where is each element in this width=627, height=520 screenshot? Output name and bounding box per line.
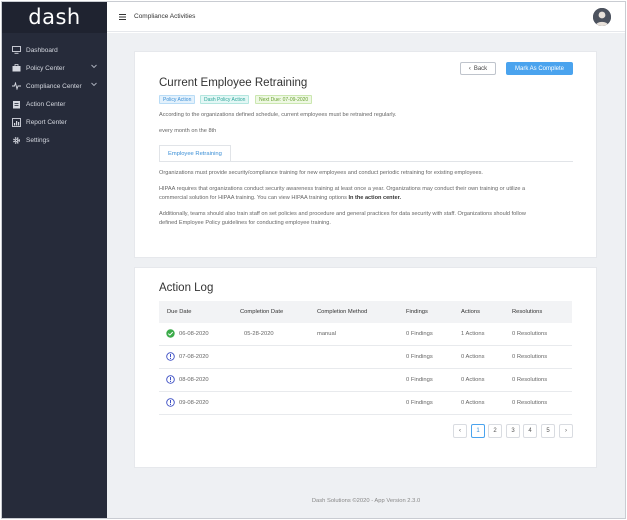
- findings-cell: 0 Findings: [406, 354, 433, 360]
- back-button-label: Back: [473, 65, 488, 72]
- top-bar: Compliance Activities: [107, 2, 625, 32]
- chevron-left-icon: ‹: [468, 65, 471, 72]
- table-row[interactable]: 07-08-2020 0 Findings 0 Actions 0 Resolu…: [159, 346, 572, 369]
- due-date-cell: 09-08-2020: [179, 400, 209, 406]
- column-header[interactable]: Due Date: [167, 309, 192, 315]
- column-header[interactable]: Completion Date: [240, 309, 283, 315]
- column-header[interactable]: Resolutions: [512, 309, 542, 315]
- actions-cell: 1 Actions: [461, 331, 485, 337]
- sidebar-item-settings[interactable]: Settings: [2, 131, 107, 149]
- column-header[interactable]: Findings: [406, 309, 428, 315]
- policy-action-badge: Policy Action: [159, 95, 196, 104]
- clipboard-icon: [12, 100, 21, 109]
- resolutions-cell: 0 Resolutions: [512, 400, 548, 406]
- sidebar-item-dashboard[interactable]: Dashboard: [2, 41, 107, 59]
- sidebar-item-report-center[interactable]: Report Center: [2, 113, 107, 131]
- resolutions-cell: 0 Resolutions: [512, 377, 548, 383]
- avatar[interactable]: [593, 8, 611, 26]
- due-date-cell: 07-08-2020: [179, 354, 209, 360]
- sidebar-nav: Dashboard Policy Center Compliance Cente…: [2, 33, 107, 149]
- main-content: Current Employee Retraining ‹ Back Mark …: [107, 33, 625, 486]
- sidebar-item-action-center[interactable]: Action Center: [2, 95, 107, 113]
- pulse-icon: [12, 82, 21, 91]
- resolutions-cell: 0 Resolutions: [512, 354, 548, 360]
- activity-description: According to the organizations defined s…: [159, 112, 397, 118]
- actions-cell: 0 Actions: [461, 400, 485, 406]
- paragraph-2-line-2: commercial solution for HIPAA training. …: [159, 194, 401, 202]
- activity-title: Current Employee Retraining: [159, 77, 308, 89]
- pagination-page-5[interactable]: 5: [541, 424, 555, 438]
- footer: Dash Solutions ©2020 - App Version 2.3.0: [107, 486, 625, 518]
- tab-divider: [159, 161, 573, 162]
- actions-cell: 0 Actions: [461, 354, 485, 360]
- pagination-page-2[interactable]: 2: [488, 424, 502, 438]
- paragraph-2-text: commercial solution for HIPAA training. …: [159, 195, 349, 201]
- pagination-page-3[interactable]: 3: [506, 424, 520, 438]
- table-header: Due Date Completion Date Completion Meth…: [159, 301, 572, 323]
- column-header[interactable]: Actions: [461, 309, 480, 315]
- next-due-badge: Next Due: 07-09-2020: [255, 95, 313, 104]
- action-center-link[interactable]: In the action center.: [348, 195, 401, 201]
- chevron-down-icon[interactable]: [91, 82, 97, 89]
- sidebar-item-label: Compliance Center: [26, 82, 82, 90]
- tab-employee-retraining[interactable]: Employee Retraining: [159, 145, 231, 162]
- chevron-down-icon[interactable]: [91, 64, 97, 71]
- briefcase-icon: [12, 64, 21, 73]
- actions-cell: 0 Actions: [461, 377, 485, 383]
- info-circle-icon: [166, 375, 175, 384]
- pagination-prev-button[interactable]: ‹: [453, 424, 467, 438]
- sidebar-item-label: Policy Center: [26, 64, 65, 72]
- completion-method-cell: manual: [317, 331, 337, 337]
- action-log-title: Action Log: [159, 282, 214, 294]
- paragraph-3-line-2: defined Employee Policy guidelines for c…: [159, 220, 331, 226]
- completion-date-cell: 05-28-2020: [244, 331, 274, 337]
- sidebar-item-label: Settings: [26, 136, 50, 144]
- resolutions-cell: 0 Resolutions: [512, 331, 548, 337]
- gear-icon: [12, 136, 21, 145]
- column-header[interactable]: Completion Method: [317, 309, 367, 315]
- app-logo[interactable]: dash: [2, 2, 107, 33]
- sidebar-item-label: Report Center: [26, 118, 67, 126]
- due-date-cell: 06-08-2020: [179, 331, 209, 337]
- dash-policy-action-badge: Dash Policy Action: [200, 95, 250, 104]
- sidebar-item-compliance-center[interactable]: Compliance Center: [2, 77, 107, 95]
- report-icon: [12, 117, 21, 127]
- due-date-cell: 08-08-2020: [179, 377, 209, 383]
- pagination-page-1[interactable]: 1: [471, 424, 485, 438]
- check-circle-icon: [166, 329, 175, 338]
- pagination-page-4[interactable]: 4: [523, 424, 537, 438]
- table-row[interactable]: 06-08-2020 05-28-2020 manual 0 Findings …: [159, 323, 572, 346]
- monitor-icon: [12, 46, 21, 55]
- back-button[interactable]: ‹ Back: [460, 62, 496, 75]
- paragraph-3-line-1: Additionally, teams should also train st…: [159, 211, 526, 217]
- page-title: Compliance Activities: [134, 13, 196, 20]
- table-row[interactable]: 09-08-2020 0 Findings 0 Actions 0 Resolu…: [159, 392, 572, 415]
- sidebar-item-label: Dashboard: [26, 46, 58, 54]
- findings-cell: 0 Findings: [406, 377, 433, 383]
- info-circle-icon: [166, 398, 175, 407]
- sidebar-item-label: Action Center: [26, 100, 66, 108]
- paragraph-2-line-1: HIPAA requires that organizations conduc…: [159, 186, 526, 192]
- findings-cell: 0 Findings: [406, 331, 433, 337]
- table-row[interactable]: 08-08-2020 0 Findings 0 Actions 0 Resolu…: [159, 369, 572, 392]
- sidebar-item-policy-center[interactable]: Policy Center: [2, 59, 107, 77]
- paragraph-1: Organizations must provide security/comp…: [159, 170, 483, 176]
- info-circle-icon: [166, 352, 175, 361]
- findings-cell: 0 Findings: [406, 400, 433, 406]
- mark-as-complete-button[interactable]: Mark As Complete: [506, 62, 573, 75]
- sidebar: dash Dashboard Policy Center Compliance …: [2, 2, 107, 518]
- activity-schedule: every month on the 8th: [159, 128, 217, 134]
- pagination-next-button[interactable]: ›: [559, 424, 573, 438]
- hamburger-menu-icon[interactable]: [119, 14, 126, 22]
